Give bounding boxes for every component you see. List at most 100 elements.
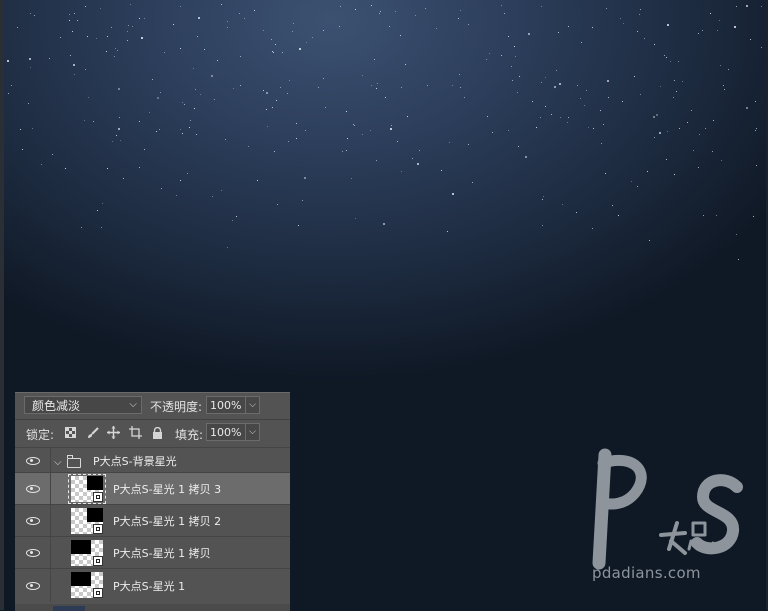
star: [342, 151, 343, 152]
visibility-toggle[interactable]: [15, 448, 51, 473]
star: [272, 107, 273, 108]
star: [211, 75, 213, 77]
star: [271, 39, 272, 40]
star: [746, 5, 748, 7]
layer-row[interactable]: P大点S-星光 1 拷贝: [15, 536, 290, 569]
star: [120, 140, 121, 141]
star: [347, 138, 348, 139]
fill-dropdown-button[interactable]: ⌵: [245, 423, 260, 441]
star: [492, 132, 493, 133]
star: [164, 52, 165, 53]
star: [581, 42, 582, 43]
star: [508, 36, 509, 37]
layer-thumbnail: [71, 540, 103, 566]
chevron-down-icon: ⌵: [249, 427, 256, 437]
star: [276, 100, 277, 101]
star: [139, 18, 140, 19]
star: [622, 101, 623, 102]
star: [592, 27, 593, 28]
lock-all-icon[interactable]: [151, 426, 164, 439]
star: [620, 18, 621, 19]
visibility-toggle[interactable]: [15, 473, 51, 505]
star: [576, 212, 577, 213]
star: [117, 50, 118, 51]
star: [232, 220, 233, 221]
opacity-input[interactable]: 100%: [206, 396, 246, 414]
visibility-toggle[interactable]: [15, 505, 51, 537]
star: [292, 31, 293, 32]
star: [379, 13, 380, 14]
star: [257, 180, 258, 181]
star: [293, 23, 294, 24]
star: [371, 5, 372, 6]
star: [637, 31, 638, 32]
star: [750, 39, 751, 40]
chevron-down-icon: ⌵: [249, 400, 256, 410]
star: [719, 20, 720, 21]
star: [305, 130, 306, 131]
star: [29, 58, 31, 60]
star: [447, 231, 448, 232]
star: [738, 259, 739, 260]
lock-brush-icon[interactable]: [86, 426, 99, 439]
layer-row[interactable]: P大点S-星光 1 拷贝 2: [15, 504, 290, 537]
star: [755, 130, 756, 131]
star: [227, 27, 228, 28]
star: [273, 52, 274, 53]
star: [346, 111, 347, 112]
star: [464, 97, 465, 98]
star: [415, 15, 416, 16]
star: [240, 56, 241, 57]
layer-row[interactable]: P大点S-星光 1: [15, 568, 290, 602]
star: [660, 86, 661, 87]
layer-row[interactable]: P大点S-星光 1 拷贝 3: [15, 472, 290, 505]
smart-object-badge: [93, 492, 103, 502]
star: [676, 91, 677, 92]
star: [282, 52, 283, 53]
star: [753, 216, 754, 217]
visibility-toggle[interactable]: [15, 537, 51, 569]
star: [608, 97, 609, 98]
star: [156, 131, 157, 132]
blend-mode-select[interactable]: 颜色减淡 ⌵: [24, 396, 142, 414]
star: [460, 87, 461, 88]
star: [458, 18, 459, 19]
star: [667, 24, 669, 26]
lock-transparent-icon[interactable]: [64, 426, 77, 439]
star: [351, 178, 352, 179]
star: [107, 36, 108, 37]
star: [401, 87, 402, 88]
star: [176, 195, 177, 196]
star: [266, 109, 267, 110]
star: [691, 110, 692, 111]
star: [346, 150, 347, 151]
star: [182, 133, 183, 134]
smart-object-badge: [93, 524, 103, 534]
star: [568, 117, 569, 118]
layer-group-row[interactable]: ⌵ P大点S-背景星光: [15, 447, 290, 473]
lock-move-icon[interactable]: [107, 426, 120, 439]
star: [713, 120, 714, 121]
opacity-dropdown-button[interactable]: ⌵: [245, 396, 260, 414]
lock-artboard-icon[interactable]: [129, 426, 142, 439]
star: [236, 216, 237, 217]
fill-input[interactable]: 100%: [206, 423, 246, 441]
star: [612, 205, 613, 206]
star: [603, 124, 604, 125]
star: [703, 215, 704, 216]
star: [200, 94, 201, 95]
star: [644, 38, 645, 39]
star: [588, 127, 589, 128]
star: [653, 116, 655, 118]
visibility-toggle[interactable]: [15, 569, 51, 602]
star: [389, 26, 390, 27]
star: [377, 83, 378, 84]
star: [189, 127, 190, 128]
chevron-down-icon[interactable]: ⌵: [54, 457, 62, 468]
star: [542, 199, 543, 200]
star: [139, 167, 140, 168]
watermark-url: pdadians.com: [592, 564, 701, 582]
star: [525, 156, 527, 158]
star: [263, 30, 264, 31]
star: [514, 46, 515, 47]
